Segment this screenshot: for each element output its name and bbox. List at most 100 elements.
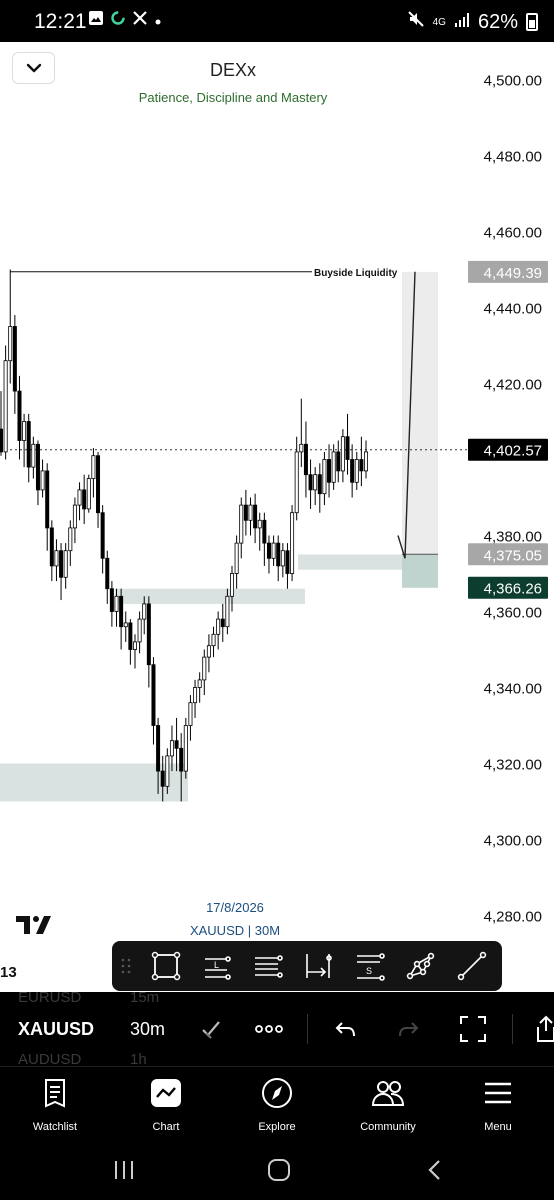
candle-body [40, 470, 45, 491]
candle-body [230, 573, 235, 597]
price-label: 4,366.26 [484, 581, 542, 598]
candle-body [35, 443, 40, 491]
edge-label: 13 [0, 964, 17, 981]
price-axis-tick: 4,500.00 [484, 73, 542, 90]
price-axis-tick: 4,300.00 [484, 833, 542, 850]
ghost-interval-above: 15m [130, 992, 160, 1006]
price-axis-tick: 4,340.00 [484, 681, 542, 698]
candle-body [193, 687, 198, 704]
candle-body [31, 443, 36, 468]
candle-body [216, 618, 221, 635]
candle-body [308, 474, 313, 491]
candle-body [345, 436, 350, 460]
nav-chart[interactable]: Chart [111, 1075, 221, 1133]
candle-body [322, 459, 327, 495]
candle-body [225, 595, 230, 628]
candle-body [313, 474, 318, 491]
candle-body [317, 474, 322, 495]
back-icon[interactable] [414, 1156, 454, 1184]
candle-body [202, 656, 207, 681]
chart-area[interactable]: Buyside Liquidity 4,500.00 4,480.00 4,460.0… [0, 42, 554, 992]
redo-icon[interactable] [393, 1012, 425, 1046]
trend-line-tool-icon[interactable] [446, 941, 497, 991]
candle-body [77, 489, 82, 506]
ghost-symbol-below: AUDUSD [18, 1051, 82, 1066]
candle-body [160, 770, 165, 787]
nav-watchlist[interactable]: Watchlist [0, 1075, 110, 1133]
symbol-selector[interactable]: XAUUSD [18, 1019, 94, 1040]
network-type: 4G [432, 16, 446, 28]
community-icon [333, 1075, 443, 1111]
long-position-tool-icon[interactable]: L [191, 941, 242, 991]
parallel-lines-tool-icon[interactable] [242, 941, 293, 991]
nav-menu[interactable]: Menu [443, 1075, 553, 1133]
bottom-navigation: Watchlist Chart Explore Community Menu [0, 1066, 554, 1142]
drawing-tools-icon[interactable] [195, 1012, 227, 1046]
x-app-icon [132, 10, 148, 31]
candle-body [243, 504, 248, 521]
demand-zone-mid [115, 588, 305, 604]
ghost-interval-below: 1h [130, 1051, 147, 1066]
interval-selector[interactable]: 30m [130, 1019, 165, 1040]
undo-icon[interactable] [329, 1012, 361, 1046]
drag-handle-icon[interactable] [112, 957, 140, 975]
nav-label: Explore [258, 1121, 296, 1133]
date-range-tool-icon[interactable] [293, 941, 344, 991]
price-chart[interactable]: Buyside Liquidity 4,500.00 4,480.00 4,460.0… [0, 42, 554, 992]
candle-body [59, 550, 64, 578]
recent-apps-icon[interactable] [104, 1156, 144, 1184]
chevron-down-icon [26, 63, 41, 73]
candle-body [3, 360, 8, 453]
candle-body [45, 470, 50, 529]
collapse-header-button[interactable] [12, 52, 55, 84]
candle-body [91, 455, 96, 479]
nav-label: Community [360, 1121, 416, 1133]
divider [512, 1014, 513, 1044]
candle-body [100, 512, 105, 559]
candle-body [132, 641, 137, 650]
nav-community[interactable]: Community [333, 1075, 443, 1133]
pattern-tool-icon[interactable] [395, 941, 446, 991]
price-axis-tick: 4,380.00 [484, 529, 542, 546]
candle-body [336, 451, 341, 472]
chart-icon [111, 1075, 221, 1111]
signal-lines-tool-icon[interactable]: S [344, 941, 395, 991]
candle-body [211, 633, 216, 647]
candle-body [239, 504, 244, 544]
candle-body [151, 664, 156, 726]
candle-body [294, 451, 299, 514]
candle-body [257, 519, 262, 529]
divider [307, 1014, 308, 1044]
hamburger-menu-icon [443, 1075, 553, 1111]
price-axis-tick: 4,440.00 [484, 301, 542, 318]
candle-body [327, 459, 332, 483]
candle-body [96, 455, 101, 514]
status-bar: 12:21 4G 62% [0, 0, 554, 42]
candle-body [248, 504, 253, 521]
fullscreen-icon[interactable] [457, 1012, 489, 1046]
candle-body [72, 504, 77, 529]
price-label: 4,449.39 [484, 265, 542, 282]
share-icon[interactable] [530, 1012, 554, 1046]
candle-body [119, 595, 124, 628]
candle-body [169, 740, 174, 757]
candle-body [12, 326, 17, 392]
price-axis-tick: 4,360.00 [484, 605, 542, 622]
home-icon[interactable] [259, 1156, 299, 1184]
signal-icon [454, 11, 470, 34]
demand-zone-right [298, 554, 420, 570]
candle-body [123, 622, 128, 628]
price-axis-tick: 4,320.00 [484, 757, 542, 774]
long-position-entry [402, 554, 438, 588]
nav-explore[interactable]: Explore [222, 1075, 332, 1133]
more-options-icon[interactable] [253, 1012, 285, 1046]
candle-body [0, 428, 4, 453]
rectangle-tool-icon[interactable] [140, 941, 191, 991]
nav-label: Chart [152, 1121, 180, 1133]
sync-icon [110, 10, 126, 31]
candle-body [271, 542, 276, 559]
candle-body [220, 618, 225, 628]
price-axis-tick: 4,420.00 [484, 377, 542, 394]
price-label: 4,402.57 [484, 443, 542, 460]
candle-body [253, 504, 258, 529]
